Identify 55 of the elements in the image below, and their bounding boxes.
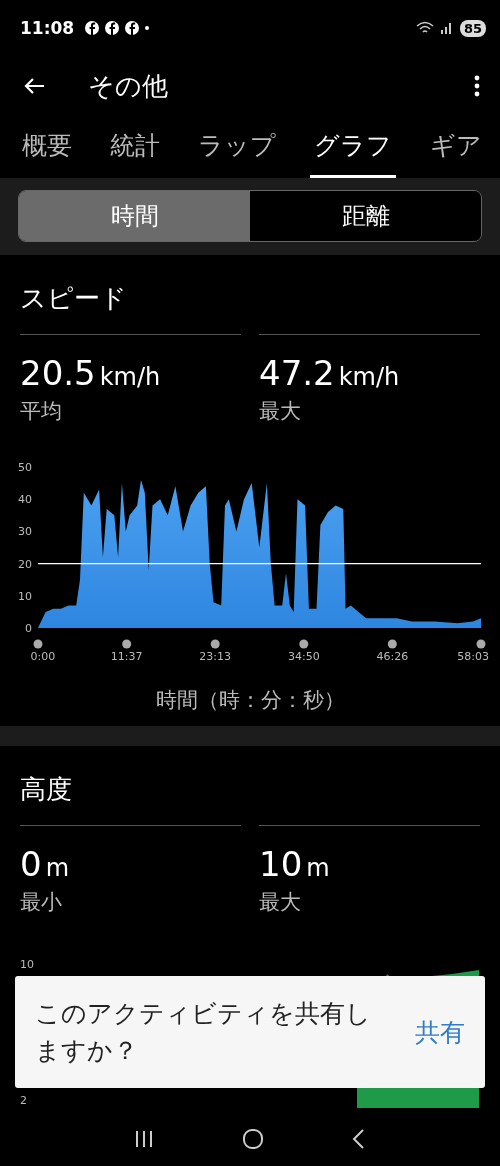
share-button[interactable]: 共有 xyxy=(415,1015,465,1049)
tick-dot xyxy=(122,639,132,649)
y-axis-label: 10 xyxy=(20,958,34,971)
notification-icon xyxy=(84,20,101,36)
stat-value: 20.5 xyxy=(20,353,96,393)
wifi-icon xyxy=(415,21,434,35)
stat-value: 0 xyxy=(20,844,42,884)
stat-unit: m xyxy=(306,854,330,882)
home-icon[interactable] xyxy=(242,1127,264,1150)
x-axis-label: 46:26 xyxy=(376,650,409,663)
x-axis-label: 11:37 xyxy=(110,650,143,663)
notification-icon xyxy=(124,20,141,36)
section-title: 高度 xyxy=(19,773,73,806)
tick-dot xyxy=(210,639,220,649)
x-axis-label: 34:50 xyxy=(287,650,320,663)
x-axis-label: 23:13 xyxy=(199,650,232,663)
battery-level: 85 xyxy=(459,19,486,37)
y-axis-label: 40 xyxy=(18,493,32,507)
y-axis-label: 0 xyxy=(25,622,32,635)
stat-value: 47.2 xyxy=(259,353,335,393)
stat-label: 最大 xyxy=(259,889,302,916)
section-title: スピード xyxy=(19,282,128,315)
segment-button[interactable]: 時間 xyxy=(19,191,250,241)
y-axis-label: 20 xyxy=(18,557,32,571)
y-axis-label: 2 xyxy=(20,1094,27,1107)
signal-icon xyxy=(439,21,454,35)
x-axis-label: 0:00 xyxy=(30,650,56,663)
segment-button[interactable]: 距離 xyxy=(250,191,481,241)
stat-unit: m xyxy=(45,854,70,882)
stat-label: 最小 xyxy=(20,889,63,916)
tab[interactable]: ギア xyxy=(426,116,486,178)
tick-dot xyxy=(476,639,486,649)
y-axis-label: 50 xyxy=(18,461,32,474)
x-axis-label: 58:03 xyxy=(457,650,489,663)
stat-unit: km/h xyxy=(338,363,400,391)
tick-dot xyxy=(33,639,43,649)
stat-label: 最大 xyxy=(259,398,302,425)
tick-dot xyxy=(387,639,397,649)
stat-unit: km/h xyxy=(99,363,161,391)
tick-dot xyxy=(299,639,309,649)
notification-icon xyxy=(104,20,121,36)
back-nav-icon[interactable] xyxy=(350,1127,367,1150)
status-time: 11:08 xyxy=(20,18,75,38)
stat-label: 平均 xyxy=(20,398,63,425)
tab[interactable]: 統計 xyxy=(106,116,164,178)
stat-value: 10 xyxy=(259,844,303,884)
tab[interactable]: 概要 xyxy=(18,116,76,178)
x-axis-title: 時間（時：分：秒） xyxy=(154,687,346,714)
share-prompt: このアクティビティを共有しますか？ xyxy=(35,997,372,1067)
tab[interactable]: ラップ xyxy=(194,116,280,178)
notification-dot-icon xyxy=(144,25,151,31)
y-axis-label: 10 xyxy=(18,589,32,603)
more-options-icon[interactable] xyxy=(474,75,480,97)
page-title: その他 xyxy=(88,69,168,103)
y-axis-label: 30 xyxy=(18,525,32,539)
